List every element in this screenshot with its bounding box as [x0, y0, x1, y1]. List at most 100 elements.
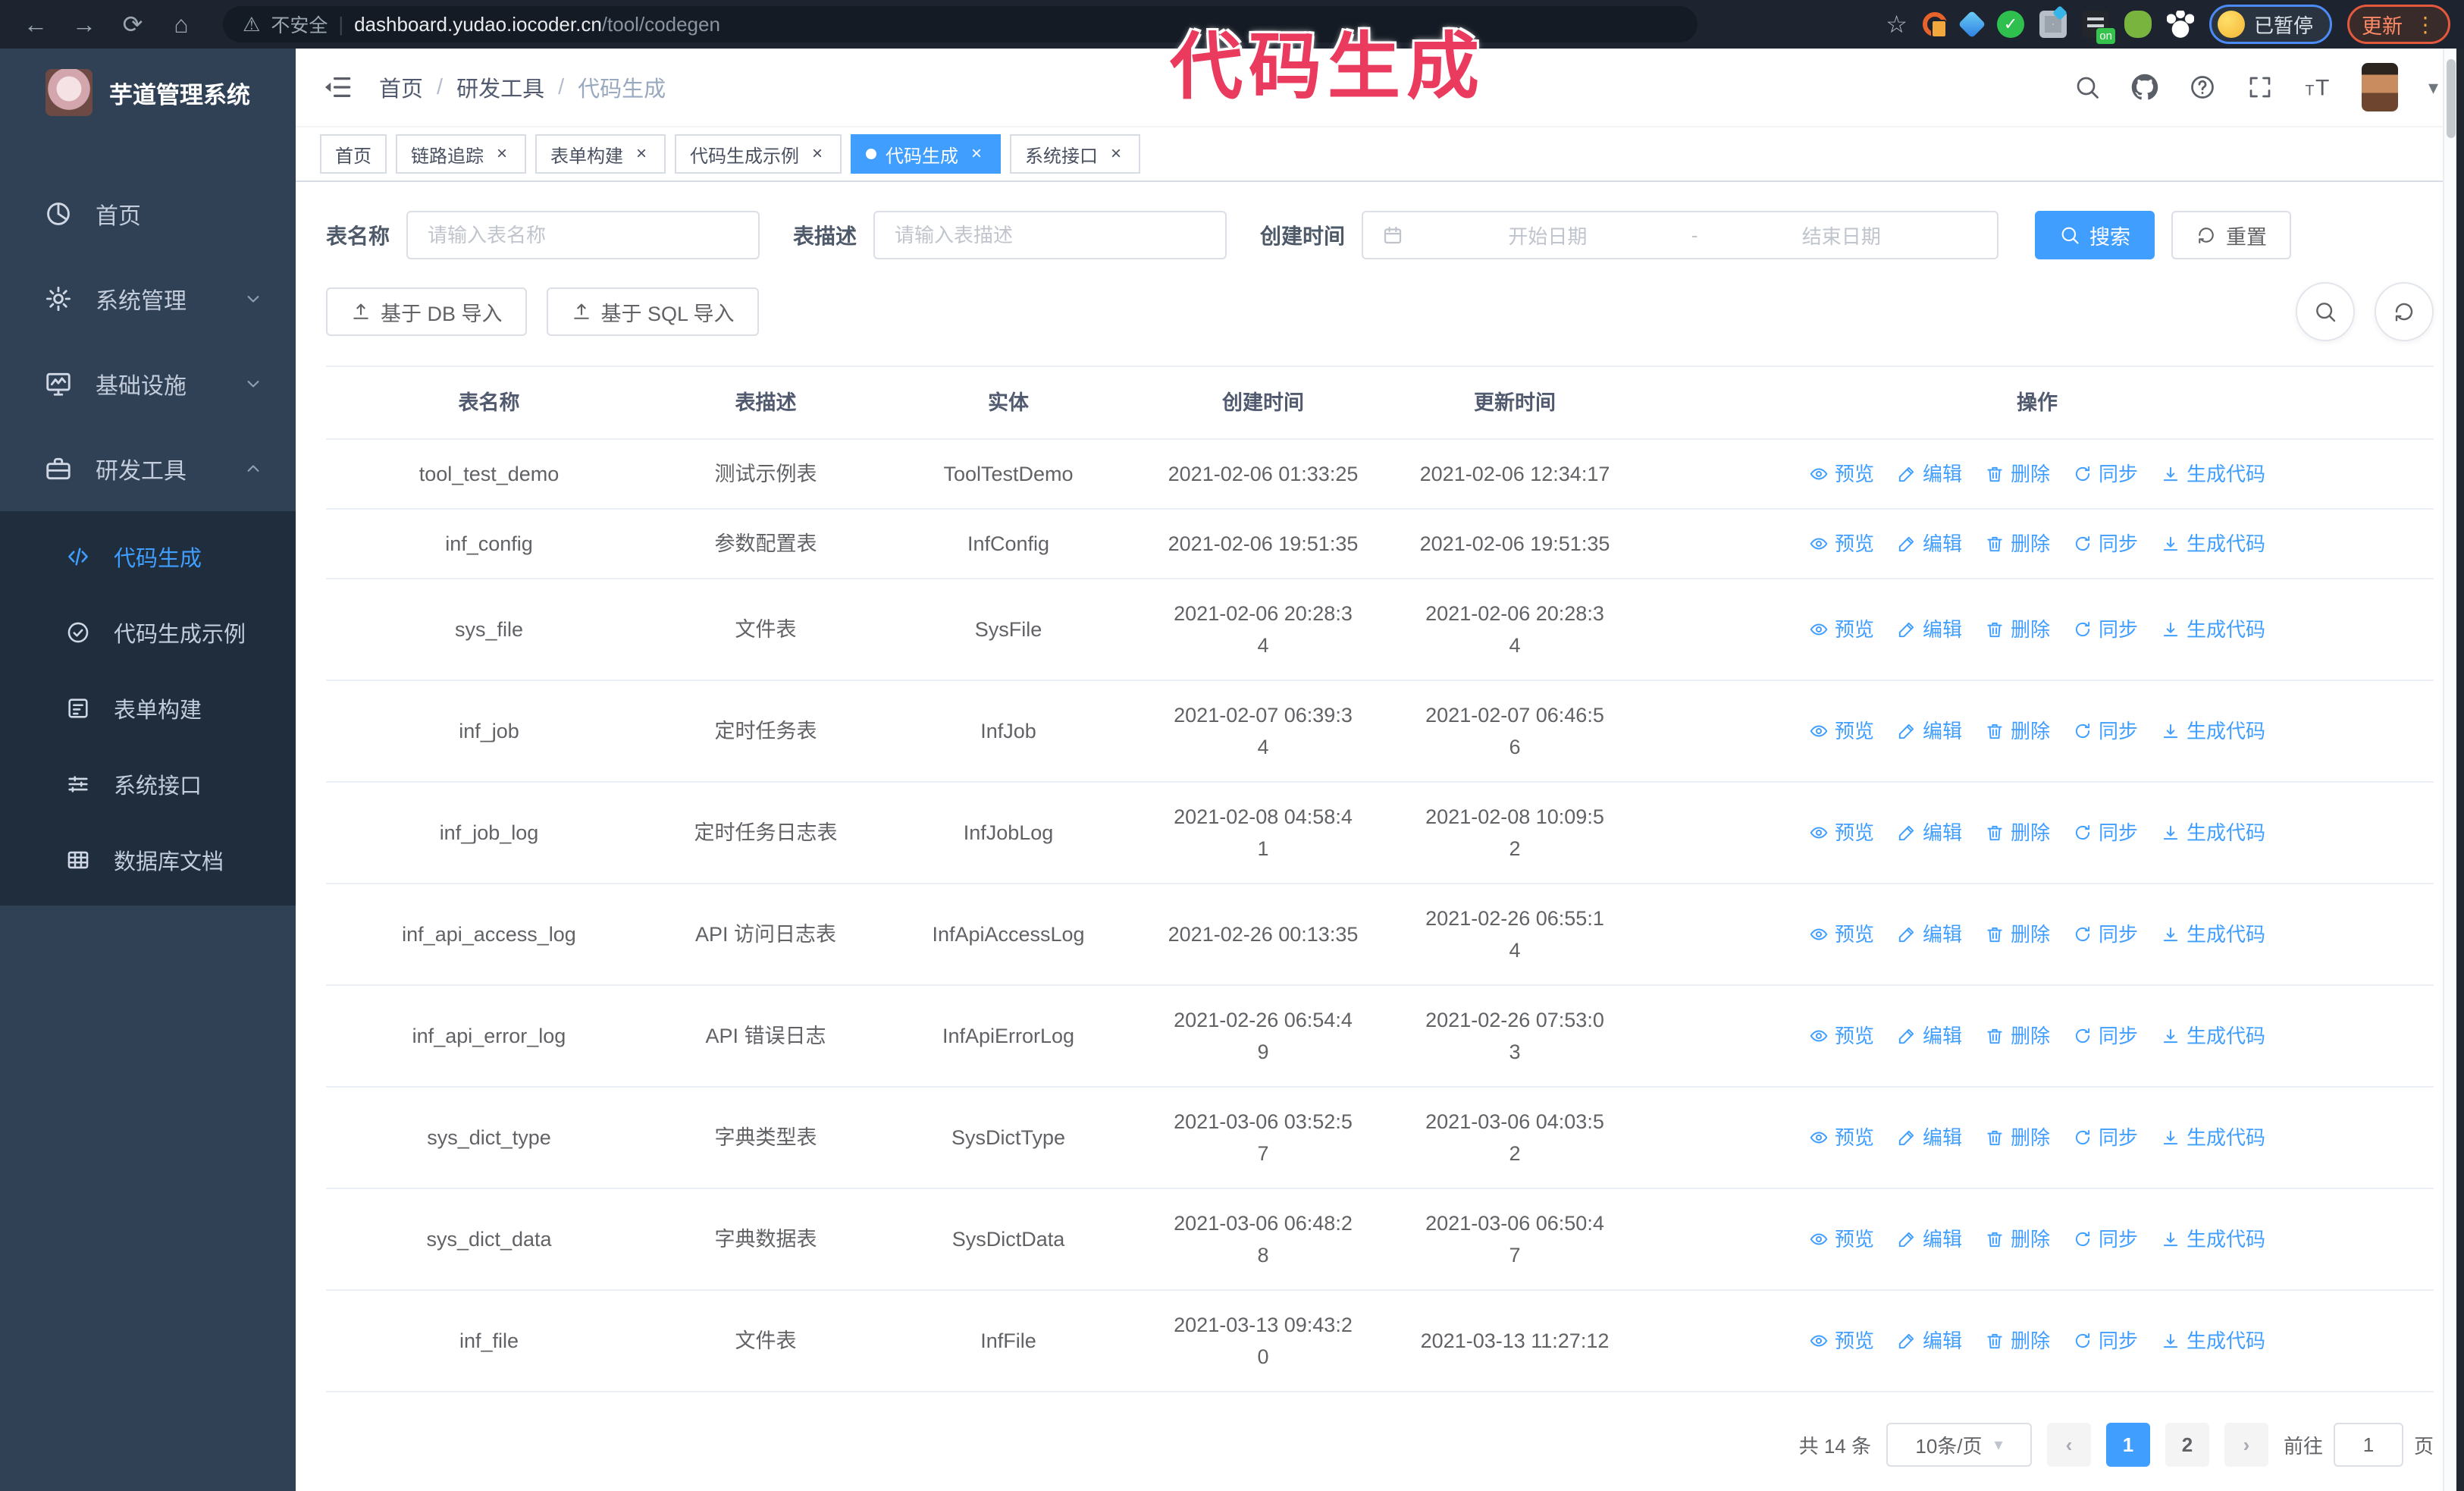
action-download-link[interactable]: 生成代码	[2161, 817, 2265, 849]
action-delete-link[interactable]: 删除	[1985, 528, 2050, 560]
sidebar-subitem-sliders[interactable]: 系统接口	[0, 746, 296, 822]
table-name-input[interactable]	[406, 211, 760, 259]
sidebar-item-monitor[interactable]: 基础设施	[0, 341, 296, 426]
close-icon[interactable]: ×	[1107, 143, 1125, 165]
scrollbar-thumb[interactable]	[2447, 59, 2456, 138]
action-download-link[interactable]: 生成代码	[2161, 1325, 2265, 1357]
action-edit-link[interactable]: 编辑	[1897, 1020, 1962, 1052]
action-eye-link[interactable]: 预览	[1809, 1122, 1874, 1154]
close-icon[interactable]: ×	[632, 143, 650, 165]
user-avatar[interactable]	[2361, 63, 2398, 111]
security-label[interactable]: 不安全	[271, 11, 328, 38]
extension-icon[interactable]	[2124, 11, 2152, 38]
app-logo[interactable]: 芋道管理系统	[0, 49, 296, 137]
action-sync-link[interactable]: 同步	[2073, 715, 2138, 747]
table-desc-input[interactable]	[873, 211, 1227, 259]
github-icon[interactable]	[2131, 74, 2158, 101]
back-icon[interactable]: ←	[14, 6, 58, 42]
refresh-table-button[interactable]	[2375, 282, 2434, 341]
action-edit-link[interactable]: 编辑	[1897, 1325, 1962, 1357]
font-size-icon[interactable]: TT	[2304, 74, 2331, 101]
action-delete-link[interactable]: 删除	[1985, 1122, 2050, 1154]
extension-icon[interactable]	[1922, 12, 1947, 38]
sidebar-subitem-database[interactable]: 数据库文档	[0, 822, 296, 898]
action-delete-link[interactable]: 删除	[1985, 1020, 2050, 1052]
sidebar-collapse-icon[interactable]	[321, 71, 353, 103]
action-download-link[interactable]: 生成代码	[2161, 1223, 2265, 1255]
extension-icon[interactable]	[1958, 10, 1986, 39]
page-scrollbar[interactable]	[2443, 49, 2456, 1491]
page-button-1[interactable]: 1	[2105, 1423, 2150, 1467]
action-download-link[interactable]: 生成代码	[2161, 1122, 2265, 1154]
help-icon[interactable]	[2189, 74, 2216, 101]
home-icon[interactable]: ⌂	[159, 6, 203, 42]
action-sync-link[interactable]: 同步	[2073, 1325, 2138, 1357]
tag-view-tab[interactable]: 系统接口 ×	[1010, 134, 1140, 174]
action-sync-link[interactable]: 同步	[2073, 458, 2138, 490]
search-button[interactable]: 搜索	[2035, 211, 2155, 259]
close-icon[interactable]: ×	[808, 143, 826, 165]
start-date-placeholder[interactable]: 开始日期	[1410, 221, 1685, 250]
sidebar-subitem-code[interactable]: 代码生成	[0, 519, 296, 595]
action-sync-link[interactable]: 同步	[2073, 817, 2138, 849]
end-date-placeholder[interactable]: 结束日期	[1704, 221, 1979, 250]
action-edit-link[interactable]: 编辑	[1897, 614, 1962, 645]
extension-icon[interactable]	[2039, 11, 2067, 38]
import-sql-button[interactable]: 基于 SQL 导入	[546, 287, 759, 336]
action-eye-link[interactable]: 预览	[1809, 528, 1874, 560]
breadcrumb-home[interactable]: 首页	[379, 71, 423, 103]
action-edit-link[interactable]: 编辑	[1897, 458, 1962, 490]
goto-page-input[interactable]	[2333, 1423, 2403, 1467]
action-download-link[interactable]: 生成代码	[2161, 715, 2265, 747]
tag-view-tab[interactable]: 链路追踪 ×	[396, 134, 526, 174]
action-edit-link[interactable]: 编辑	[1897, 1122, 1962, 1154]
action-eye-link[interactable]: 预览	[1809, 1223, 1874, 1255]
extension-icon[interactable]	[2081, 11, 2115, 44]
kebab-menu-icon[interactable]: ⋮	[2415, 12, 2436, 37]
action-download-link[interactable]: 生成代码	[2161, 1020, 2265, 1052]
action-eye-link[interactable]: 预览	[1809, 458, 1874, 490]
extension-icon[interactable]	[2166, 11, 2194, 38]
action-edit-link[interactable]: 编辑	[1897, 715, 1962, 747]
action-delete-link[interactable]: 删除	[1985, 614, 2050, 645]
tag-view-tab[interactable]: 代码生成示例 ×	[675, 134, 842, 174]
reset-button[interactable]: 重置	[2171, 211, 2292, 259]
date-range-picker[interactable]: 开始日期 - 结束日期	[1362, 211, 1999, 259]
profile-paused-badge[interactable]: 已暂停	[2209, 5, 2332, 44]
browser-update-button[interactable]: 更新 ⋮	[2347, 5, 2450, 44]
action-download-link[interactable]: 生成代码	[2161, 458, 2265, 490]
forward-icon[interactable]: →	[62, 6, 106, 42]
action-download-link[interactable]: 生成代码	[2161, 614, 2265, 645]
tag-view-tab[interactable]: 首页 ×	[320, 134, 387, 174]
page-button-2[interactable]: 2	[2165, 1423, 2209, 1467]
address-bar[interactable]: ⚠ 不安全 | dashboard.yudao.iocoder.cn/tool/…	[223, 6, 1698, 42]
action-edit-link[interactable]: 编辑	[1897, 817, 1962, 849]
action-sync-link[interactable]: 同步	[2073, 1223, 2138, 1255]
action-delete-link[interactable]: 删除	[1985, 1223, 2050, 1255]
action-download-link[interactable]: 生成代码	[2161, 528, 2265, 560]
search-icon[interactable]	[2074, 74, 2101, 101]
action-delete-link[interactable]: 删除	[1985, 817, 2050, 849]
next-page-button[interactable]: ›	[2224, 1423, 2268, 1467]
action-delete-link[interactable]: 删除	[1985, 458, 2050, 490]
action-delete-link[interactable]: 删除	[1985, 1325, 2050, 1357]
caret-down-icon[interactable]: ▾	[2428, 76, 2438, 99]
breadcrumb-tools[interactable]: 研发工具	[456, 71, 544, 103]
action-eye-link[interactable]: 预览	[1809, 715, 1874, 747]
fullscreen-icon[interactable]	[2246, 74, 2274, 101]
action-eye-link[interactable]: 预览	[1809, 1325, 1874, 1357]
reload-icon[interactable]: ⟳	[111, 6, 155, 42]
action-sync-link[interactable]: 同步	[2073, 918, 2138, 950]
tag-view-tab[interactable]: 表单构建 ×	[535, 134, 666, 174]
tag-view-tab[interactable]: 代码生成 ×	[851, 134, 1001, 174]
action-edit-link[interactable]: 编辑	[1897, 918, 1962, 950]
action-sync-link[interactable]: 同步	[2073, 528, 2138, 560]
extension-icon[interactable]: ✓	[1996, 11, 2024, 38]
sidebar-item-gear[interactable]: 系统管理	[0, 256, 296, 341]
action-eye-link[interactable]: 预览	[1809, 918, 1874, 950]
sidebar-item-dashboard[interactable]: 首页	[0, 171, 296, 256]
action-download-link[interactable]: 生成代码	[2161, 918, 2265, 950]
action-eye-link[interactable]: 预览	[1809, 1020, 1874, 1052]
action-delete-link[interactable]: 删除	[1985, 715, 2050, 747]
sidebar-item-toolbox[interactable]: 研发工具	[0, 426, 296, 511]
